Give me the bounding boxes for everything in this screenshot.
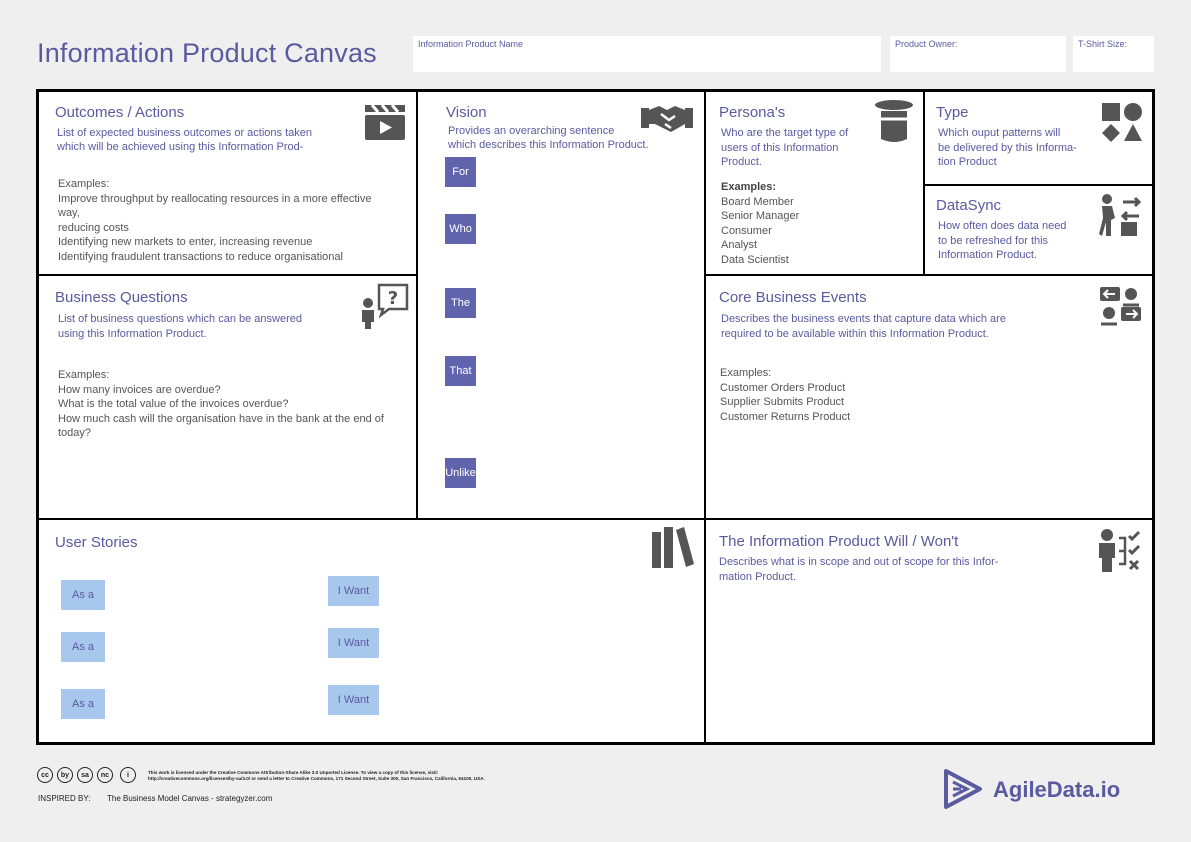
business-question-example: Examples: [58,369,110,381]
sticky-i-want[interactable]: I Want [328,576,379,606]
business-questions-desc: List of business questions which can be … [58,313,302,325]
product-name-field[interactable]: Information Product Name [413,36,881,72]
sticky-i-want[interactable]: I Want [328,685,379,715]
type-desc: Which ouput patterns will [938,127,1061,139]
attribution-icon: i [120,767,136,783]
core-events-title: Core Business Events [719,289,867,306]
cc-icon: cc [37,767,53,783]
canvas-grid: Outcomes / Actions List of expected busi… [36,89,1155,745]
sticky-as-a[interactable]: As a [61,580,105,610]
outcomes-title: Outcomes / Actions [55,104,185,121]
business-questions-desc: using this Information Product. [58,327,207,340]
business-question-example: What is the total value of the invoices … [58,398,289,410]
datasync-desc: to be refreshed for this [938,234,1049,247]
core-event-example: Examples: [720,367,772,379]
outcomes-example: Identifying new markets to enter, increa… [58,236,313,248]
exchange-chat-icon [1100,287,1141,326]
personas-title: Persona's [719,104,786,121]
vision-desc-2: which describes this Information Product… [448,139,649,151]
core-event-example: Customer Returns Product [720,410,851,423]
nc-icon: nc [97,767,113,783]
vision-tag-unlike[interactable]: Unlike [445,458,476,488]
outcomes-example: Identifying fraudulent transactions to r… [58,250,343,263]
question-person-icon: ? [362,283,409,329]
tshirt-size-field[interactable]: T-Shirt Size: [1073,36,1154,72]
brand-name[interactable]: AgileData.io [993,777,1120,803]
outcomes-example: reducing costs [58,221,129,234]
will-wont-title: The Information Product Will / Won't [719,533,959,550]
datasync-title: DataSync [936,197,1002,214]
persona-example: Analyst [721,239,758,251]
sticky-i-want[interactable]: I Want [328,628,379,658]
user-stories-title: User Stories [55,534,138,551]
type-desc: tion Product [938,156,997,168]
vision-tag-the[interactable]: The [445,288,476,318]
personas-desc: Who are the target type of [721,127,849,139]
persona-example: Board Member [721,195,794,208]
clapperboard-icon [365,104,405,140]
outcomes-example: Examples: [58,178,110,190]
outcomes-example: Improve throughput by reallocating resou… [58,192,372,205]
datasync-desc: How often does data need [938,220,1067,232]
svg-text:?: ? [388,288,398,309]
datasync-desc: Information Product. [938,249,1038,261]
license-text-2: http://creativecommons.org/licenses/by-s… [148,776,485,781]
business-question-example: How many invoices are overdue? [58,383,221,396]
core-events-desc: required to be available within this Inf… [721,327,989,340]
vision-tag-for[interactable]: For [445,157,476,187]
sticky-as-a[interactable]: As a [61,689,105,719]
personas-desc: users of this Information [721,141,839,154]
will-wont-desc: Describes what is in scope and out of sc… [719,556,999,568]
page-title: Information Product Canvas [37,38,377,68]
vision-tag-that[interactable]: That [445,356,476,386]
sync-person-icon [1099,194,1142,236]
outcomes-desc-1: List of expected business outcomes or ac… [57,127,312,139]
product-owner-field[interactable]: Product Owner: [890,36,1066,72]
outcomes-desc-2: which will be achieved using this Inform… [57,141,304,153]
by-icon: by [57,767,73,783]
vision-tag-who[interactable]: Who [445,214,476,244]
handshake-icon [641,106,693,132]
core-events-desc: Describes the business events that captu… [721,313,1006,325]
core-event-example: Customer Orders Product [720,381,846,394]
outcomes-example: way, [58,207,80,219]
persona-example: Consumer [721,224,772,237]
sticky-as-a[interactable]: As a [61,632,105,662]
checklist-person-icon [1099,529,1141,572]
business-question-example: today? [58,427,92,439]
will-wont-desc: mation Product. [719,570,797,583]
top-hat-icon [875,100,913,142]
type-title: Type [936,104,969,121]
vision-desc-1: Provides an overarching sentence [448,125,615,137]
vision-title: Vision [446,104,487,121]
books-icon [652,527,694,568]
inspired-label: INSPIRED BY: [38,794,91,803]
personas-examples-label: Examples: [721,181,777,193]
persona-example: Senior Manager [721,210,800,222]
type-desc: be delivered by this Informa- [938,141,1077,154]
sa-icon: sa [77,767,93,783]
persona-example: Data Scientist [721,253,789,266]
personas-desc: Product. [721,156,762,168]
business-question-example: How much cash will the organisation have… [58,412,384,425]
core-event-example: Supplier Submits Product [720,396,845,408]
business-questions-title: Business Questions [55,289,188,306]
shapes-icon [1102,103,1142,142]
inspired-text: The Business Model Canvas - strategyzer.… [107,794,273,803]
agiledata-logo-icon [944,769,982,809]
